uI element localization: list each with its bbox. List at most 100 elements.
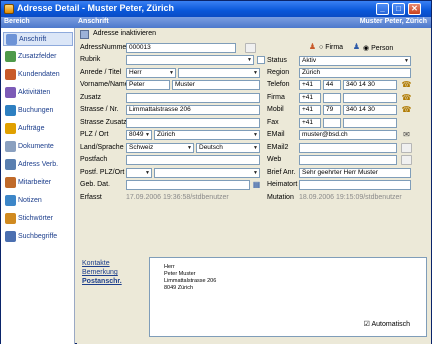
- phone-icon[interactable]: ☎: [401, 80, 412, 90]
- postf-plz-select[interactable]: [126, 168, 152, 178]
- minimize-button[interactable]: _: [376, 3, 389, 15]
- sidebar-item-suchbegriffe[interactable]: Suchbegriffe: [3, 230, 73, 244]
- postf-ort-select[interactable]: [154, 168, 260, 178]
- brief-anr-field[interactable]: Sehr geehrter Herr Muster: [299, 168, 411, 178]
- phone-icon[interactable]: ☎: [401, 105, 412, 115]
- erfasst-label: Erfasst: [80, 194, 102, 201]
- email2-field[interactable]: [299, 143, 397, 153]
- adressnummer-field[interactable]: 000013: [126, 43, 236, 53]
- close-button[interactable]: ✕: [408, 3, 421, 15]
- app-icon: [4, 4, 14, 14]
- sidebar-item-stichwoerter[interactable]: Stichwörter: [3, 212, 73, 226]
- geb-dat-field[interactable]: [126, 180, 250, 190]
- mutation-label: Mutation: [267, 194, 294, 201]
- sidebar-header-label: Bereich: [4, 18, 30, 25]
- search-terms-icon: [5, 231, 16, 242]
- bemerkung-link[interactable]: Bemerkung: [82, 269, 122, 278]
- sidebar-item-aktivitaeten[interactable]: Aktivitäten: [3, 86, 73, 100]
- firma-radio-label: Firma: [325, 44, 344, 51]
- land-select[interactable]: Schweiz: [126, 143, 194, 153]
- mobil-cc-field[interactable]: +41: [299, 105, 321, 115]
- ort-select[interactable]: Zürich: [154, 130, 260, 140]
- rubrik-select[interactable]: [126, 55, 254, 65]
- vorname-field[interactable]: Peter: [126, 80, 170, 90]
- zusatz-field[interactable]: [126, 93, 260, 103]
- email2-button[interactable]: [401, 143, 412, 153]
- telefon-number-field[interactable]: 340 14 30: [343, 80, 397, 90]
- postanschr-link[interactable]: Postanschr.: [82, 278, 122, 287]
- email-field[interactable]: muster@bsd.ch: [299, 130, 397, 140]
- strasse-field[interactable]: Limmattalstrasse 206: [126, 105, 260, 115]
- titel-select[interactable]: [178, 68, 260, 78]
- brief-anr-label: Brief Anr.: [267, 169, 296, 176]
- link-list: Kontakte Bemerkung Postanschr.: [82, 260, 122, 287]
- adressnummer-label: AdressNummer: [80, 44, 129, 51]
- section-header: Anschrift Muster Peter, Zürich: [75, 17, 431, 28]
- geb-dat-label: Geb. Dat.: [80, 181, 110, 188]
- maximize-button[interactable]: □: [392, 3, 405, 15]
- heimatort-field[interactable]: [299, 180, 411, 190]
- sidebar-item-label: Buchungen: [18, 107, 54, 114]
- kontakte-link[interactable]: Kontakte: [82, 260, 122, 269]
- section-title: Anschrift: [78, 18, 109, 25]
- fax-cc-field[interactable]: +41: [299, 118, 321, 128]
- firma-number-field[interactable]: [343, 93, 397, 103]
- adressnummer-button[interactable]: [245, 43, 256, 53]
- plz-select[interactable]: 8049: [126, 130, 152, 140]
- telefon-cc-field[interactable]: +41: [299, 80, 321, 90]
- sprache-select[interactable]: Deutsch: [196, 143, 260, 153]
- sidebar-item-zusatzfelder[interactable]: Zusatzfelder: [3, 50, 73, 64]
- telefon-area-field[interactable]: 44: [323, 80, 341, 90]
- sidebar-item-notizen[interactable]: Notizen: [3, 194, 73, 208]
- person-radio[interactable]: ◉ Person: [363, 44, 393, 52]
- automatisch-checkbox[interactable]: ☑ Automatisch: [364, 320, 410, 328]
- deactivate-label: Adresse inaktivieren: [93, 30, 157, 37]
- sidebar-item-label: Kundendaten: [18, 71, 60, 78]
- strasse-zusatz-field[interactable]: [126, 118, 260, 128]
- sidebar-item-auftraege[interactable]: Aufträge: [3, 122, 73, 136]
- vorname-name-label: Vorname/Name: [80, 81, 129, 88]
- person-icon: ♟: [352, 42, 361, 51]
- rubrik-checkbox[interactable]: [257, 56, 265, 64]
- sidebar-item-dokumente[interactable]: Dokumente: [3, 140, 73, 154]
- fax-area-field[interactable]: [323, 118, 341, 128]
- firma-area-field[interactable]: [323, 93, 341, 103]
- status-select[interactable]: Aktiv: [299, 56, 411, 66]
- web-field[interactable]: [299, 155, 397, 165]
- mobil-number-field[interactable]: 340 14 30: [343, 105, 397, 115]
- telefon-label: Telefon: [267, 81, 290, 88]
- sidebar-item-buchungen[interactable]: Buchungen: [3, 104, 73, 118]
- postfach-field[interactable]: [126, 155, 260, 165]
- phone-icon[interactable]: ☎: [401, 93, 412, 103]
- fax-number-field[interactable]: [343, 118, 397, 128]
- person-radio-label: Person: [371, 45, 394, 52]
- nachname-field[interactable]: Muster: [172, 80, 260, 90]
- sidebar-item-label: Aufträge: [18, 125, 45, 132]
- sidebar-item-kundendaten[interactable]: Kundendaten: [3, 68, 73, 82]
- keywords-icon: [5, 213, 16, 224]
- firma-radio[interactable]: ○ Firma: [319, 44, 343, 51]
- region-field[interactable]: Zürich: [299, 68, 411, 78]
- email-label: EMail: [267, 131, 285, 138]
- firma-cc-field[interactable]: +41: [299, 93, 321, 103]
- calendar-icon[interactable]: ▦: [251, 180, 262, 190]
- sidebar-header: Bereich: [1, 17, 75, 28]
- mobil-label: Mobil: [267, 106, 284, 113]
- mobil-area-field[interactable]: 79: [323, 105, 341, 115]
- address-line: Limmattalstrasse 206: [164, 278, 217, 284]
- postfach-label: Postfach: [80, 156, 108, 163]
- email-icon[interactable]: ✉: [401, 130, 412, 140]
- web-button[interactable]: [401, 155, 412, 165]
- sidebar-item-anschrift[interactable]: Anschrift: [3, 32, 73, 46]
- sidebar-item-adress-verb[interactable]: Adress Verb.: [3, 158, 73, 172]
- anrede-select[interactable]: Herr: [126, 68, 176, 78]
- rubrik-label: Rubrik: [80, 56, 101, 63]
- sidebar-item-mitarbeiter[interactable]: Mitarbeiter: [3, 176, 73, 190]
- booking-icon: [5, 105, 16, 116]
- address-line: 8049 Zürich: [164, 285, 194, 291]
- sidebar-item-label: Aktivitäten: [18, 89, 51, 96]
- title-bar[interactable]: Adresse Detail - Muster Peter, Zürich _ …: [1, 1, 431, 17]
- address-detail-window: Adresse Detail - Muster Peter, Zürich _ …: [0, 0, 432, 344]
- deactivate-address-button[interactable]: Adresse inaktivieren: [80, 29, 166, 40]
- sidebar-item-label: Dokumente: [18, 143, 54, 150]
